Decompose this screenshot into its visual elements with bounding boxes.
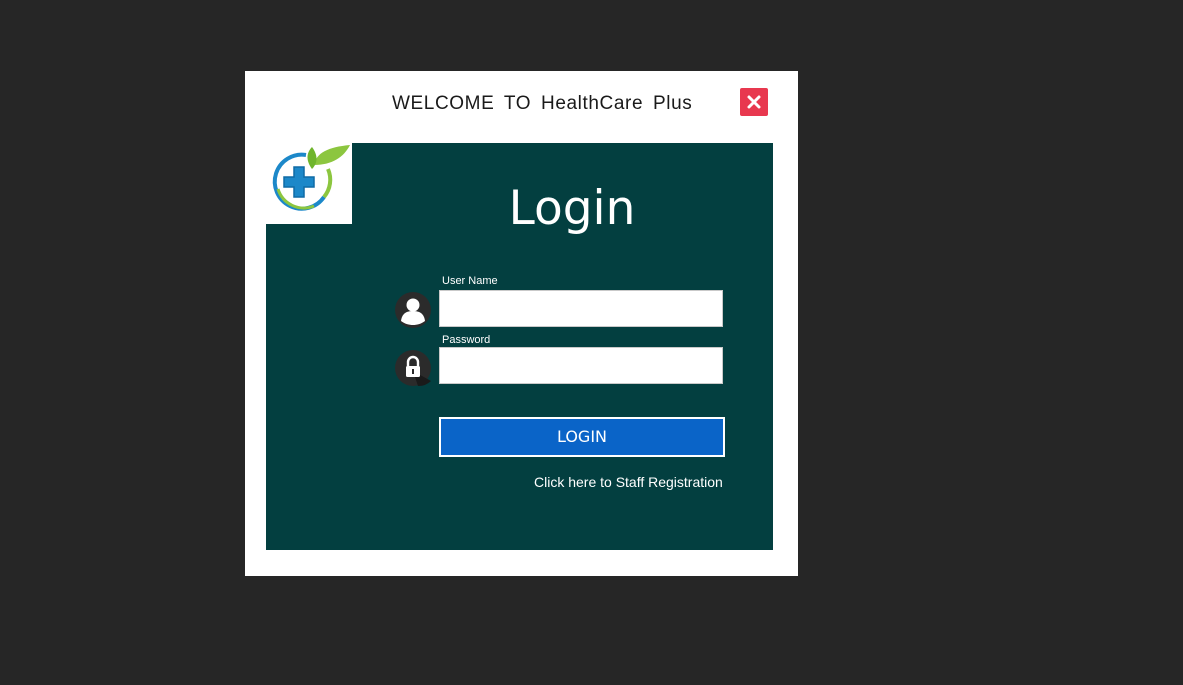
staff-registration-link[interactable]: Click here to Staff Registration (534, 474, 723, 490)
login-panel: Login User Name Password LOGIN Click her… (266, 143, 773, 550)
password-input[interactable] (439, 347, 723, 384)
login-button[interactable]: LOGIN (439, 417, 725, 457)
close-button[interactable] (740, 88, 768, 116)
desktop-background: WELCOME TO HealthCare Plus Login User Na… (0, 0, 1183, 685)
welcome-title: WELCOME TO HealthCare Plus (392, 93, 693, 114)
close-x-icon (747, 95, 761, 109)
lock-icon (394, 349, 432, 387)
password-label: Password (442, 334, 491, 346)
user-avatar-icon (394, 291, 432, 329)
login-title: Login (508, 181, 636, 236)
username-label: User Name (442, 275, 498, 287)
username-input[interactable] (439, 290, 723, 327)
login-window: WELCOME TO HealthCare Plus Login User Na… (245, 71, 798, 576)
